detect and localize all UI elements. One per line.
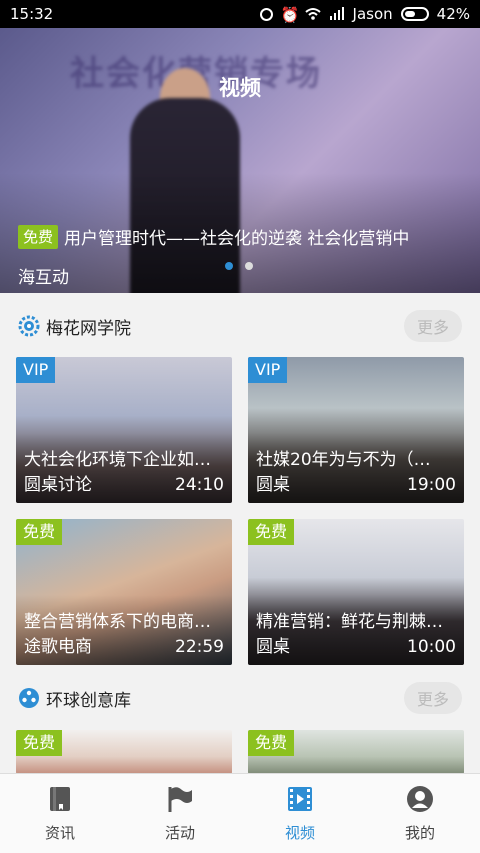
video-duration: 19:00 [407,475,456,495]
carousel-indicator [225,262,253,270]
video-author: 圆桌讨论 [24,475,92,495]
video-card[interactable]: VIP 大社会化环境下企业如… 圆桌讨论 24:10 [16,357,232,503]
video-title: 社媒20年为与不为（… [256,450,431,470]
free-badge: 免费 [16,730,63,756]
battery-percent: 42% [436,5,470,23]
film-reel-icon [18,687,40,709]
tab-news[interactable]: 资讯 [0,774,120,853]
video-card[interactable]: 免费 精准营销：鲜花与荆棘… 圆桌 10:00 [248,519,464,665]
page-title: 视频 [219,76,261,100]
video-author: 圆桌 [256,475,290,495]
tab-events[interactable]: 活动 [120,774,240,853]
signal-icon [329,6,345,22]
free-badge: 免费 [248,519,295,545]
video-title: 精准营销：鲜花与荆棘… [256,612,443,632]
video-duration: 22:59 [175,637,224,657]
video-title: 大社会化环境下企业如… [24,450,211,470]
hero-caption-text: 用户管理时代——社会化的逆袭 社会化营销中海互动 [18,229,410,288]
video-card[interactable]: 免费 [248,730,464,774]
carousel-dot-1[interactable] [225,262,233,270]
tab-label: 活动 [164,824,195,842]
section-header-meihua: 梅花网学院 更多 [0,296,480,356]
video-author: 途歌电商 [24,637,92,657]
free-badge: 免费 [18,225,59,249]
video-duration: 24:10 [175,475,224,495]
hero-caption[interactable]: 免费 用户管理时代——社会化的逆袭 社会化营销中海互动 [18,220,420,293]
more-button[interactable]: 更多 [404,682,462,714]
more-button[interactable]: 更多 [404,310,462,342]
alarm-icon: ⏰ [280,6,300,24]
wifi-icon [304,6,321,22]
video-duration: 10:00 [407,637,456,657]
video-title: 整合营销体系下的电商… [24,612,211,632]
hero-banner[interactable]: 社会化营销专场 视频 免费用户管理时代——社会化的逆袭 社会化营销中海互动 [0,28,480,293]
section-title: 梅花网学院 [46,318,131,339]
bottom-tab-bar: 资讯 活动 视频 我的 [0,773,480,853]
gear-logo-icon [18,315,40,337]
section-header-huanqiu: 环球创意库 更多 [0,668,480,728]
section-title: 环球创意库 [46,690,131,711]
video-card[interactable]: 免费 [16,730,232,774]
video-card[interactable]: VIP 社媒20年为与不为（… 圆桌 19:00 [248,357,464,503]
carrier-name: Jason [352,5,393,23]
user-icon [407,786,433,812]
tab-label: 我的 [404,824,435,842]
free-badge: 免费 [16,519,63,545]
video-author: 圆桌 [256,637,290,657]
vip-badge: VIP [16,357,56,383]
battery-icon [400,7,429,21]
vip-badge: VIP [248,357,288,383]
tab-video[interactable]: 视频 [240,774,360,853]
book-icon [50,787,70,811]
video-card[interactable]: 免费 整合营销体系下的电商… 途歌电商 22:59 [16,519,232,665]
film-icon [288,787,312,811]
tab-mine[interactable]: 我的 [360,774,480,853]
flag-icon [168,787,192,812]
tab-label: 资讯 [44,824,75,842]
status-time: 15:32 [10,5,54,23]
carousel-dot-2[interactable] [245,262,253,270]
tab-label: 视频 [284,824,315,842]
free-badge: 免费 [248,730,295,756]
status-bar: 15:32 ⏰ Jason 42% [0,0,480,28]
sync-icon [259,7,273,21]
